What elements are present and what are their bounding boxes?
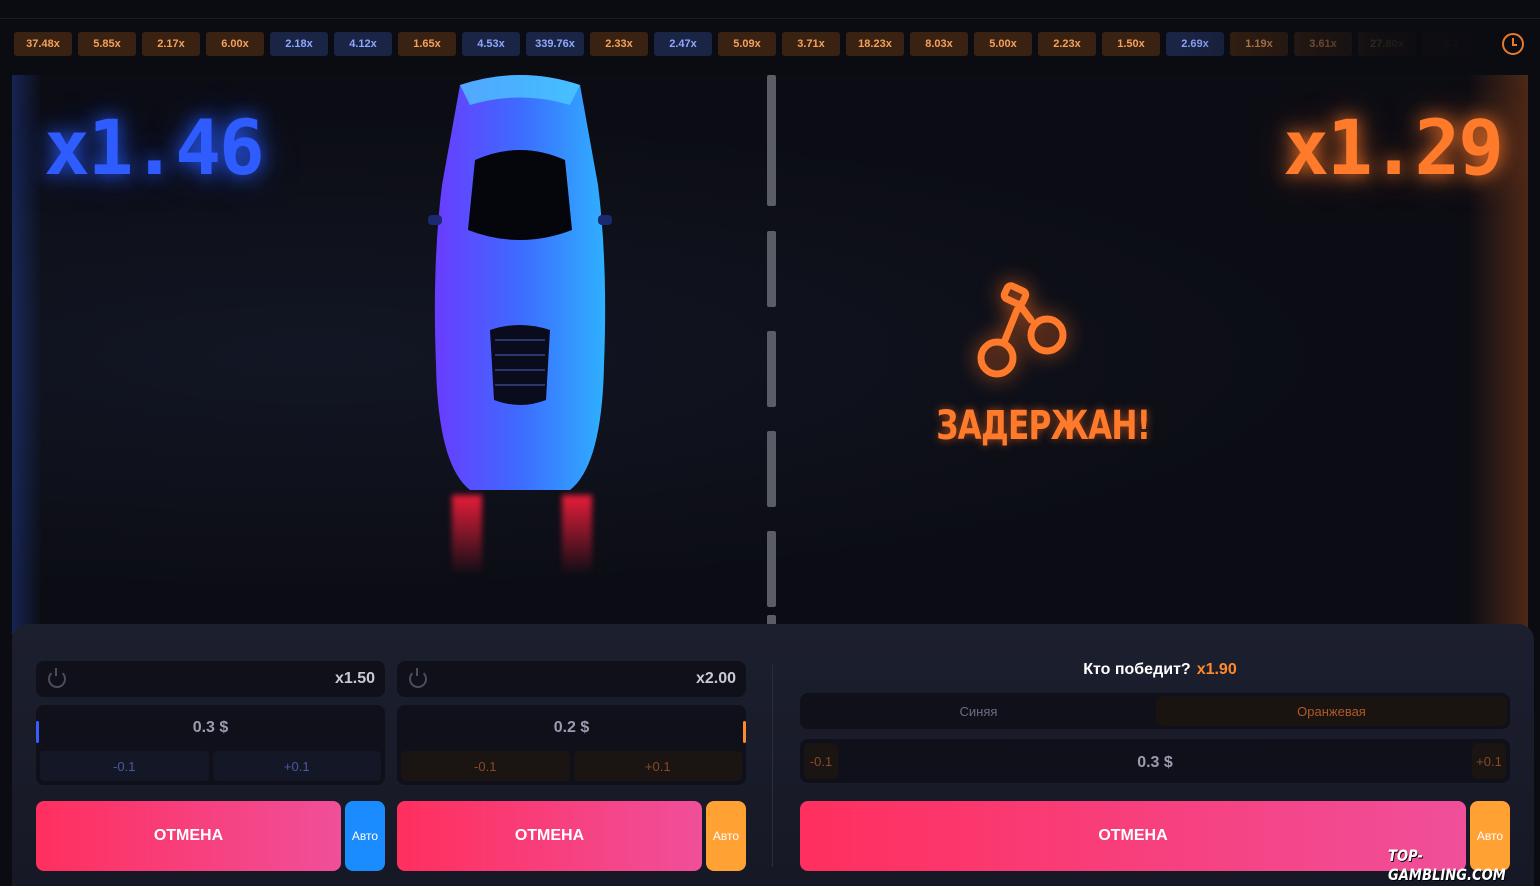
winner-plus-button[interactable]: +0.1 [1472,743,1506,779]
panel-divider [772,665,773,867]
history-chip[interactable]: 27.80x [1358,32,1416,56]
blue-multiplier: x1.46 [44,103,265,192]
blue-auto-cashout[interactable]: x1.50 [36,661,385,697]
history-chip[interactable]: 2.17x [142,32,200,56]
winner-odds: x1.90 [1196,661,1237,678]
tail-light-trail [562,495,592,575]
history-chip[interactable]: 1.50x [1102,32,1160,56]
history-chip[interactable]: 37.48x [14,32,72,56]
history-chip[interactable]: 4.12x [334,32,392,56]
history-chip[interactable]: 6.00x [206,32,264,56]
team-toggle: Синяя Оранжевая [800,693,1510,729]
history-chip[interactable]: 2.18x [270,32,328,56]
history-chip[interactable]: 18.23x [846,32,904,56]
arrested-status: ЗАДЕРЖАН! [936,403,1151,449]
history-chip[interactable]: 2.47x [654,32,712,56]
history-chip[interactable]: 3.1 [1422,32,1474,56]
game-screen: 37.48x 5.85x 2.17x 6.00x 2.18x 4.12x 1.65x 4.53… [0,0,1540,886]
winner-question: Кто победит? x1.90 [1040,661,1280,679]
history-chip[interactable]: 2.69x [1166,32,1224,56]
orange-auto-button[interactable]: Авто [706,801,746,871]
orange-cancel-button[interactable]: ОТМЕНА [397,801,702,871]
history-chip[interactable]: 2.23x [1038,32,1096,56]
lane-dash [767,231,776,307]
orange-auto-cashout[interactable]: x2.00 [397,661,746,697]
history-chip[interactable]: 2.33x [590,32,648,56]
team-orange-option[interactable]: Оранжевая [1156,696,1507,726]
blue-cancel-button[interactable]: ОТМЕНА [36,801,341,871]
winner-bet-amount[interactable]: 0.3 $ [800,754,1510,772]
lane-dash [767,331,776,407]
orange-bet-amount-box: 0.2 $ -0.1 +0.1 [397,705,746,785]
blue-plus-button[interactable]: +0.1 [212,751,381,781]
blue-minus-button[interactable]: -0.1 [40,751,209,781]
team-blue-option[interactable]: Синяя [803,696,1154,726]
blue-car-icon [428,75,612,490]
history-chip[interactable]: 3.61x [1294,32,1352,56]
history-chip[interactable]: 5.85x [78,32,136,56]
handcuffs-icon [977,282,1067,378]
history-chip[interactable]: 5.00x [974,32,1032,56]
history-chip[interactable]: 4.53x [462,32,520,56]
power-icon[interactable] [409,668,427,688]
history-chip[interactable]: 1.65x [398,32,456,56]
watermark: TOP-GAMBLING.COM [1388,846,1506,884]
power-icon[interactable] [48,668,66,688]
orange-minus-button[interactable]: -0.1 [401,751,570,781]
lane-divider [767,75,776,635]
blue-auto-cashout-value: x1.50 [334,670,375,687]
orange-multiplier: x1.29 [1283,103,1504,192]
top-divider [0,18,1540,19]
lane-dash [767,531,776,607]
game-field: x1.46 x1.29 ЗАДЕРЖАН! [12,75,1528,635]
orange-bet-amount[interactable]: 0.2 $ [397,719,746,737]
winner-bet-amount-box: -0.1 0.3 $ +0.1 [800,739,1510,783]
tail-light-trail [452,495,482,575]
history-chip[interactable]: 3.71x [782,32,840,56]
blue-glow [12,75,42,635]
winner-question-text: Кто победит? [1083,661,1191,678]
history-clock-icon[interactable] [1502,33,1524,55]
history-chip[interactable]: 5.09x [718,32,776,56]
orange-auto-cashout-value: x2.00 [695,670,736,687]
blue-bet-amount-box: 0.3 $ -0.1 +0.1 [36,705,385,785]
orange-plus-button[interactable]: +0.1 [573,751,742,781]
lane-dash [767,431,776,507]
history-chip[interactable]: 8.03x [910,32,968,56]
history-chip[interactable]: 339.76x [526,32,584,56]
blue-bet-amount[interactable]: 0.3 $ [36,719,385,737]
winner-cancel-button[interactable]: ОТМЕНА [800,801,1466,871]
blue-auto-button[interactable]: Авто [345,801,385,871]
multiplier-history: 37.48x 5.85x 2.17x 6.00x 2.18x 4.12x 1.65x 4.53… [14,32,1474,56]
history-chip[interactable]: 1.19x [1230,32,1288,56]
lane-dash [767,130,776,206]
